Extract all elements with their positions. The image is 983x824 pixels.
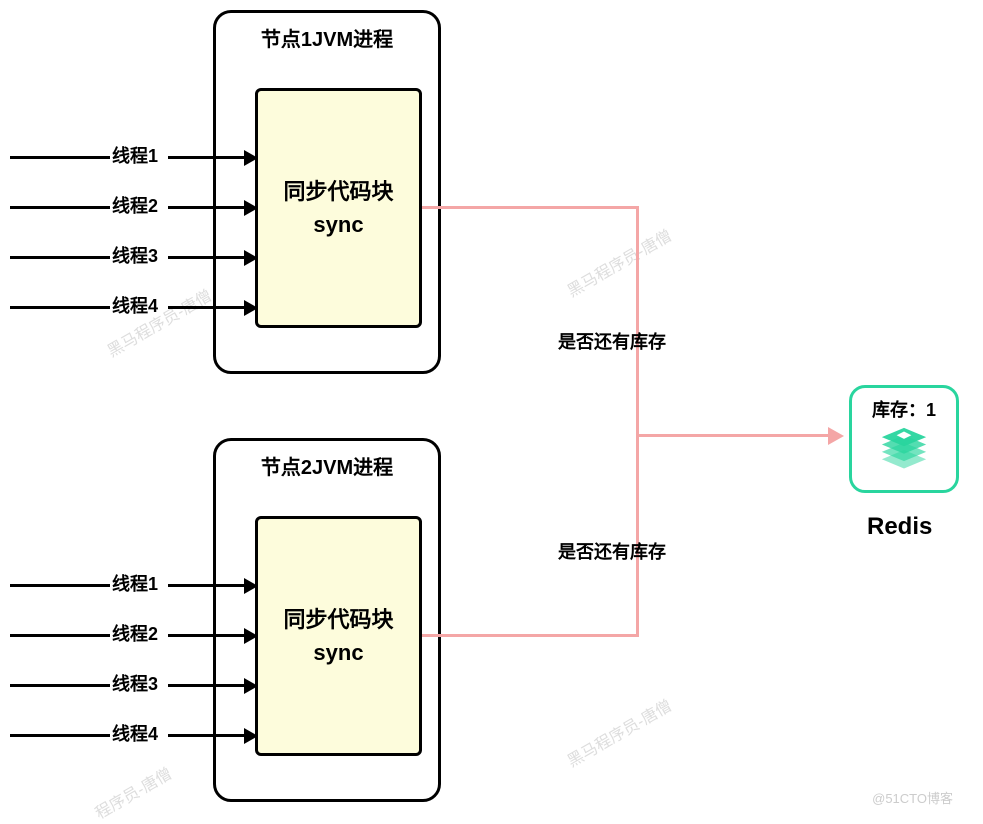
jvm2-thread2-line-left — [10, 634, 110, 637]
thread2-label: 线程2 — [112, 192, 158, 218]
watermark: 黑马程序员-唐僧 — [562, 692, 676, 771]
question2-label: 是否还有库存 — [558, 538, 666, 564]
jvm2-thread4-arrow — [244, 728, 258, 744]
thread2-line-left — [10, 206, 110, 209]
thread2-line-right — [168, 206, 244, 209]
thread4-line-left — [10, 306, 110, 309]
redis-icon — [876, 426, 932, 474]
sync1-box: 同步代码块 sync — [255, 88, 422, 328]
thread4-arrow — [244, 300, 258, 316]
redis-box: 库存：1 — [849, 385, 959, 493]
thread4-line-right — [168, 306, 244, 309]
sync1-line1: 同步代码块 — [283, 175, 393, 208]
jvm2-thread2-label: 线程2 — [112, 620, 158, 646]
pink-line-merge — [636, 434, 831, 437]
watermark-cto: @51CTO博客 — [872, 788, 953, 807]
jvm2-thread2-line-right — [168, 634, 244, 637]
jvm1-title: 节点1JVM进程 — [216, 13, 438, 58]
watermark: 程序员-唐僧 — [90, 760, 176, 823]
sync1-line2: sync — [313, 208, 363, 241]
jvm2-thread4-label: 线程4 — [112, 720, 158, 746]
thread3-line-right — [168, 256, 244, 259]
thread1-line-left — [10, 156, 110, 159]
jvm2-thread3-line-left — [10, 684, 110, 687]
thread3-arrow — [244, 250, 258, 266]
watermark: 黑马程序员-唐僧 — [562, 222, 676, 301]
jvm2-thread3-label: 线程3 — [112, 670, 158, 696]
jvm2-thread4-line-left — [10, 734, 110, 737]
pink-arrow-redis — [828, 427, 844, 445]
thread2-arrow — [244, 200, 258, 216]
question1-label: 是否还有库存 — [558, 328, 666, 354]
thread1-line-right — [168, 156, 244, 159]
jvm2-thread1-line-right — [168, 584, 244, 587]
jvm2-thread1-label: 线程1 — [112, 570, 158, 596]
thread3-line-left — [10, 256, 110, 259]
jvm2-thread3-line-right — [168, 684, 244, 687]
thread3-label: 线程3 — [112, 242, 158, 268]
jvm2-thread1-line-left — [10, 584, 110, 587]
thread1-label: 线程1 — [112, 142, 158, 168]
jvm2-thread1-arrow — [244, 578, 258, 594]
sync2-line2: sync — [313, 636, 363, 669]
thread4-label: 线程4 — [112, 292, 158, 318]
jvm2-thread4-line-right — [168, 734, 244, 737]
pink-line-1v — [636, 206, 639, 437]
redis-stock-label: 库存：1 — [872, 396, 936, 422]
sync2-box: 同步代码块 sync — [255, 516, 422, 756]
thread1-arrow — [244, 150, 258, 166]
redis-name: Redis — [867, 513, 932, 541]
pink-line-1h — [422, 206, 638, 209]
pink-line-2h — [422, 634, 638, 637]
sync2-line1: 同步代码块 — [283, 603, 393, 636]
jvm2-thread2-arrow — [244, 628, 258, 644]
pink-line-2v — [636, 434, 639, 637]
jvm2-title: 节点2JVM进程 — [216, 441, 438, 486]
jvm2-thread3-arrow — [244, 678, 258, 694]
